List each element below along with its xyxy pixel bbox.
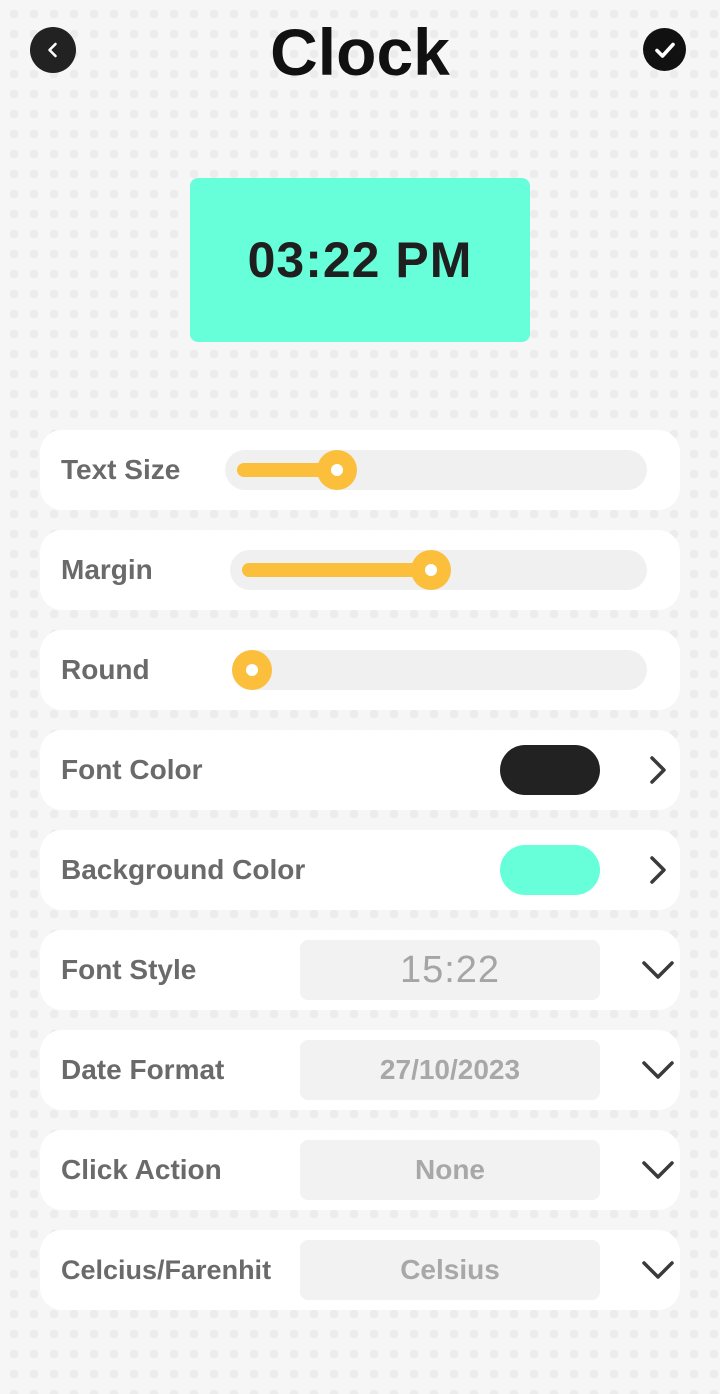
click-action-select[interactable]: None xyxy=(300,1140,600,1200)
confirm-button[interactable] xyxy=(643,28,686,71)
preview-time: 03:22 PM xyxy=(247,232,473,288)
date-format-select[interactable]: 27/10/2023 xyxy=(300,1040,600,1100)
date-format-label: Date Format xyxy=(61,1054,225,1085)
text-size-slider[interactable] xyxy=(225,450,647,490)
background-color-label: Background Color xyxy=(61,854,306,885)
background-color-swatch[interactable] xyxy=(500,845,600,895)
chevron-down-icon[interactable] xyxy=(640,1152,676,1188)
round-label: Round xyxy=(61,654,150,685)
margin-slider[interactable] xyxy=(230,550,647,590)
font-style-select[interactable]: 15:22 xyxy=(300,940,600,1000)
chevron-down-icon[interactable] xyxy=(640,952,676,988)
check-icon xyxy=(654,42,675,58)
font-color-label: Font Color xyxy=(61,754,203,785)
font-color-row[interactable]: Font Color xyxy=(40,730,680,810)
clock-preview: 03:22 PM xyxy=(190,178,530,342)
chevron-down-icon[interactable] xyxy=(640,1052,676,1088)
chevron-down-icon[interactable] xyxy=(640,1252,676,1288)
temperature-unit-row: Celcius/Farenhit Celsius xyxy=(40,1230,680,1310)
page-title: Clock xyxy=(270,15,450,89)
font-style-label: Font Style xyxy=(61,954,197,985)
click-action-label: Click Action xyxy=(61,1154,222,1185)
chevron-right-icon[interactable] xyxy=(640,752,676,788)
text-size-label: Text Size xyxy=(61,454,181,485)
date-format-row: Date Format 27/10/2023 xyxy=(40,1030,680,1110)
background-color-row[interactable]: Background Color xyxy=(40,830,680,910)
round-row: Round xyxy=(40,630,680,710)
margin-label: Margin xyxy=(61,554,153,585)
temperature-unit-select[interactable]: Celsius xyxy=(300,1240,600,1300)
slider-thumb[interactable] xyxy=(410,550,451,590)
slider-thumb[interactable] xyxy=(316,450,357,490)
chevron-right-icon[interactable] xyxy=(640,852,676,888)
text-size-row: Text Size xyxy=(40,430,680,510)
slider-fill xyxy=(242,563,431,577)
header: Clock xyxy=(0,0,720,110)
round-slider[interactable] xyxy=(232,650,647,690)
click-action-row: Click Action None xyxy=(40,1130,680,1210)
font-style-row: Font Style 15:22 xyxy=(40,930,680,1010)
slider-thumb[interactable] xyxy=(232,650,272,690)
font-color-swatch[interactable] xyxy=(500,745,600,795)
margin-row: Margin xyxy=(40,530,680,610)
temperature-unit-label: Celcius/Farenhit xyxy=(61,1255,272,1285)
